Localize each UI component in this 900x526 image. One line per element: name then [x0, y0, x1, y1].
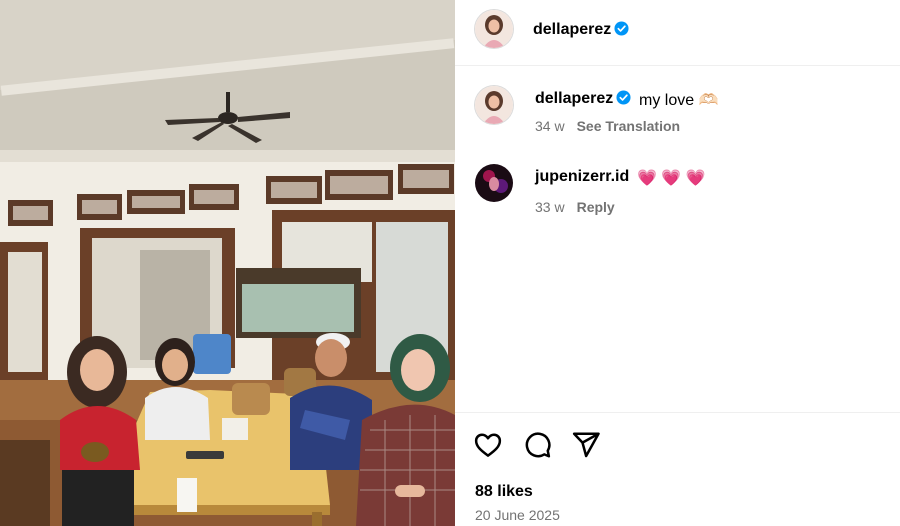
comment-age: 34 w — [535, 118, 565, 134]
post-actions: 88 likes 20 June 2025 — [455, 412, 900, 526]
verified-badge-icon — [616, 90, 631, 105]
post-author-username[interactable]: dellaperez — [533, 21, 611, 38]
comment-text: my love 🫶🏻 — [639, 92, 719, 109]
heart-icon[interactable] — [473, 430, 503, 460]
author-avatar[interactable] — [475, 10, 513, 48]
author-avatar-image — [475, 10, 513, 48]
comment-avatar[interactable] — [475, 164, 513, 202]
post-photo-illustration — [0, 0, 455, 526]
comment-avatar-image — [475, 164, 513, 202]
paper-plane-icon[interactable] — [571, 430, 601, 460]
post-date: 20 June 2025 — [475, 507, 560, 523]
post-photo[interactable] — [0, 0, 455, 526]
post-author-name[interactable]: dellaperez — [533, 21, 629, 39]
comment-bubble-icon[interactable] — [522, 430, 552, 460]
comment-avatar[interactable] — [475, 86, 513, 124]
comment-author[interactable]: dellaperez — [535, 90, 631, 108]
comment-meta: 34 w See Translation — [535, 118, 680, 134]
post-header: dellaperez — [455, 0, 900, 66]
comment-avatar-image — [475, 86, 513, 124]
comment-username[interactable]: dellaperez — [535, 90, 613, 107]
see-translation-button[interactable]: See Translation — [577, 118, 680, 134]
comment-meta: 33 w Reply — [535, 199, 615, 215]
reply-button[interactable]: Reply — [577, 199, 615, 215]
post-side-panel: dellaperez dellaperez my love 🫶🏻 34 w See… — [455, 0, 900, 526]
likes-count[interactable]: 88 likes — [475, 483, 533, 501]
verified-badge-icon — [614, 21, 629, 36]
comment-username[interactable]: jupenizerr.id — [535, 168, 629, 185]
comment-age: 33 w — [535, 199, 565, 215]
comment-text: 💗 💗 💗 — [637, 170, 706, 187]
comment-author[interactable]: jupenizerr.id — [535, 168, 629, 186]
